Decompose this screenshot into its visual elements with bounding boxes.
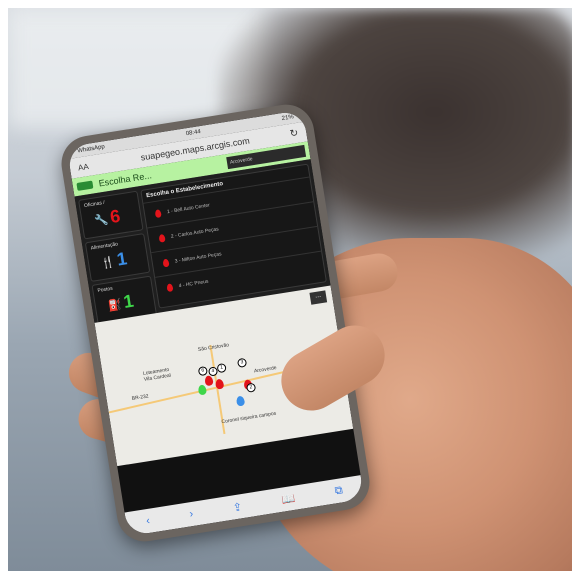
map-badge: 3 [236, 357, 248, 368]
status-battery: 21% [281, 114, 295, 123]
back-icon[interactable]: ‹ [145, 515, 151, 527]
category-label: Oficinas / [83, 199, 106, 210]
map-pin-icon[interactable] [204, 375, 214, 387]
tabs-icon[interactable]: ⧉ [334, 484, 344, 498]
map-badge: 1 [216, 362, 227, 374]
text-size-button[interactable]: AA [77, 161, 89, 172]
category-card-oficinas[interactable]: Oficinas / 🔧 6 [78, 190, 144, 240]
list-item-label: 2 - Carlos Auto Peças [170, 226, 220, 240]
map-badge: 6 [197, 365, 209, 377]
photo-scene: WhatsApp 08:44 21% AA suapegeo.maps.arcg… [8, 8, 572, 571]
establishment-list: Escolha o Estabelecimento 1 - Bell Auto … [140, 163, 327, 309]
reload-icon[interactable]: ↻ [289, 127, 299, 139]
status-time: 08:44 [185, 128, 202, 138]
category-count: 1 [115, 248, 129, 270]
category-count: 1 [122, 290, 136, 312]
map-pin-icon[interactable] [214, 378, 225, 390]
map-pin-icon [158, 233, 166, 243]
map-pin-icon [154, 209, 162, 219]
map-label: BR-232 [131, 393, 150, 402]
forward-icon[interactable]: › [189, 508, 195, 520]
map-label: Coronel siqueira campos [221, 410, 277, 426]
category-count: 6 [108, 205, 122, 228]
map-label: Loteamento Vila Cardeal [142, 366, 172, 383]
category-label: Alimentação [90, 241, 119, 252]
category-label: Postos [97, 285, 114, 295]
fork-knife-icon: 🍴 [100, 256, 116, 271]
share-icon[interactable]: ⇪ [232, 500, 243, 514]
map-menu-button[interactable]: ⋯ [309, 290, 328, 305]
fuel-pump-icon: ⛽ [107, 298, 123, 313]
bookmarks-icon[interactable]: 📖 [281, 491, 296, 506]
map-pin-icon [166, 283, 174, 293]
wrench-icon: 🔧 [93, 213, 110, 228]
map-pin-icon[interactable] [197, 384, 208, 396]
category-card-alimentacao[interactable]: Alimentação 🍴 1 [84, 233, 151, 282]
map-badge: 2 [245, 382, 257, 393]
phone-screen: WhatsApp 08:44 21% AA suapegeo.maps.arcg… [66, 109, 365, 537]
map-pin-icon [162, 258, 170, 268]
app-logo [76, 180, 94, 191]
map-pin-icon[interactable] [235, 395, 246, 407]
list-item-label: 3 - Milton Auto Peças [174, 251, 223, 265]
map-label: São Cristovão [197, 342, 230, 354]
list-item-label: 1 - Bell Auto Center [166, 202, 211, 216]
list-item-label: 4 - HC Pneus [178, 278, 209, 290]
